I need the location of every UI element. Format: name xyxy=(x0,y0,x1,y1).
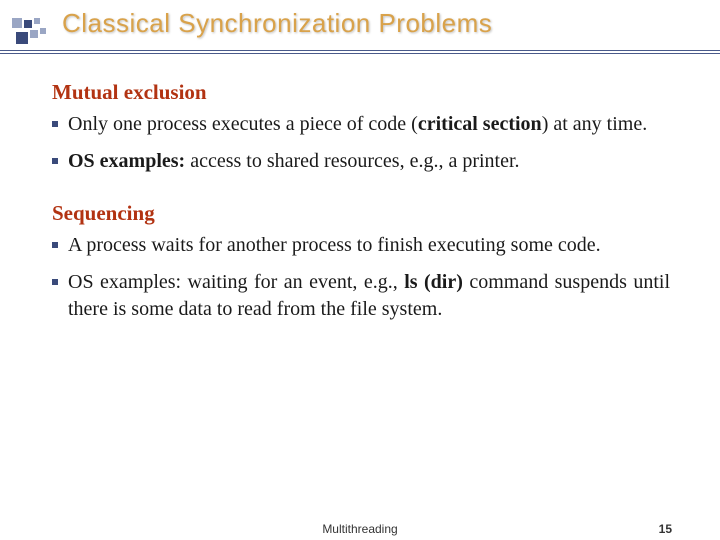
bullet-icon xyxy=(52,121,58,127)
section-heading-sequencing: Sequencing xyxy=(52,201,670,226)
title-ornament xyxy=(12,18,52,46)
bullet-item: OS examples: access to shared resources,… xyxy=(52,148,670,175)
bullet-item: A process waits for another process to f… xyxy=(52,232,670,259)
bullet-text: OS examples: access to shared resources,… xyxy=(68,148,670,175)
bullet-item: OS examples: waiting for an event, e.g.,… xyxy=(52,269,670,323)
section-heading-mutual-exclusion: Mutual exclusion xyxy=(52,80,670,105)
bullet-item: Only one process executes a piece of cod… xyxy=(52,111,670,138)
footer-label: Multithreading xyxy=(0,522,720,536)
bullet-text: Only one process executes a piece of cod… xyxy=(68,111,670,138)
bullet-text: A process waits for another process to f… xyxy=(68,232,670,259)
bullet-text: OS examples: waiting for an event, e.g.,… xyxy=(68,269,670,323)
slide-content: Mutual exclusion Only one process execut… xyxy=(0,64,720,323)
page-number: 15 xyxy=(659,522,672,536)
bullet-icon xyxy=(52,279,58,285)
bullet-icon xyxy=(52,158,58,164)
title-bar: Classical Synchronization Problems xyxy=(0,0,720,54)
bullet-icon xyxy=(52,242,58,248)
slide-title: Classical Synchronization Problems xyxy=(62,8,492,39)
